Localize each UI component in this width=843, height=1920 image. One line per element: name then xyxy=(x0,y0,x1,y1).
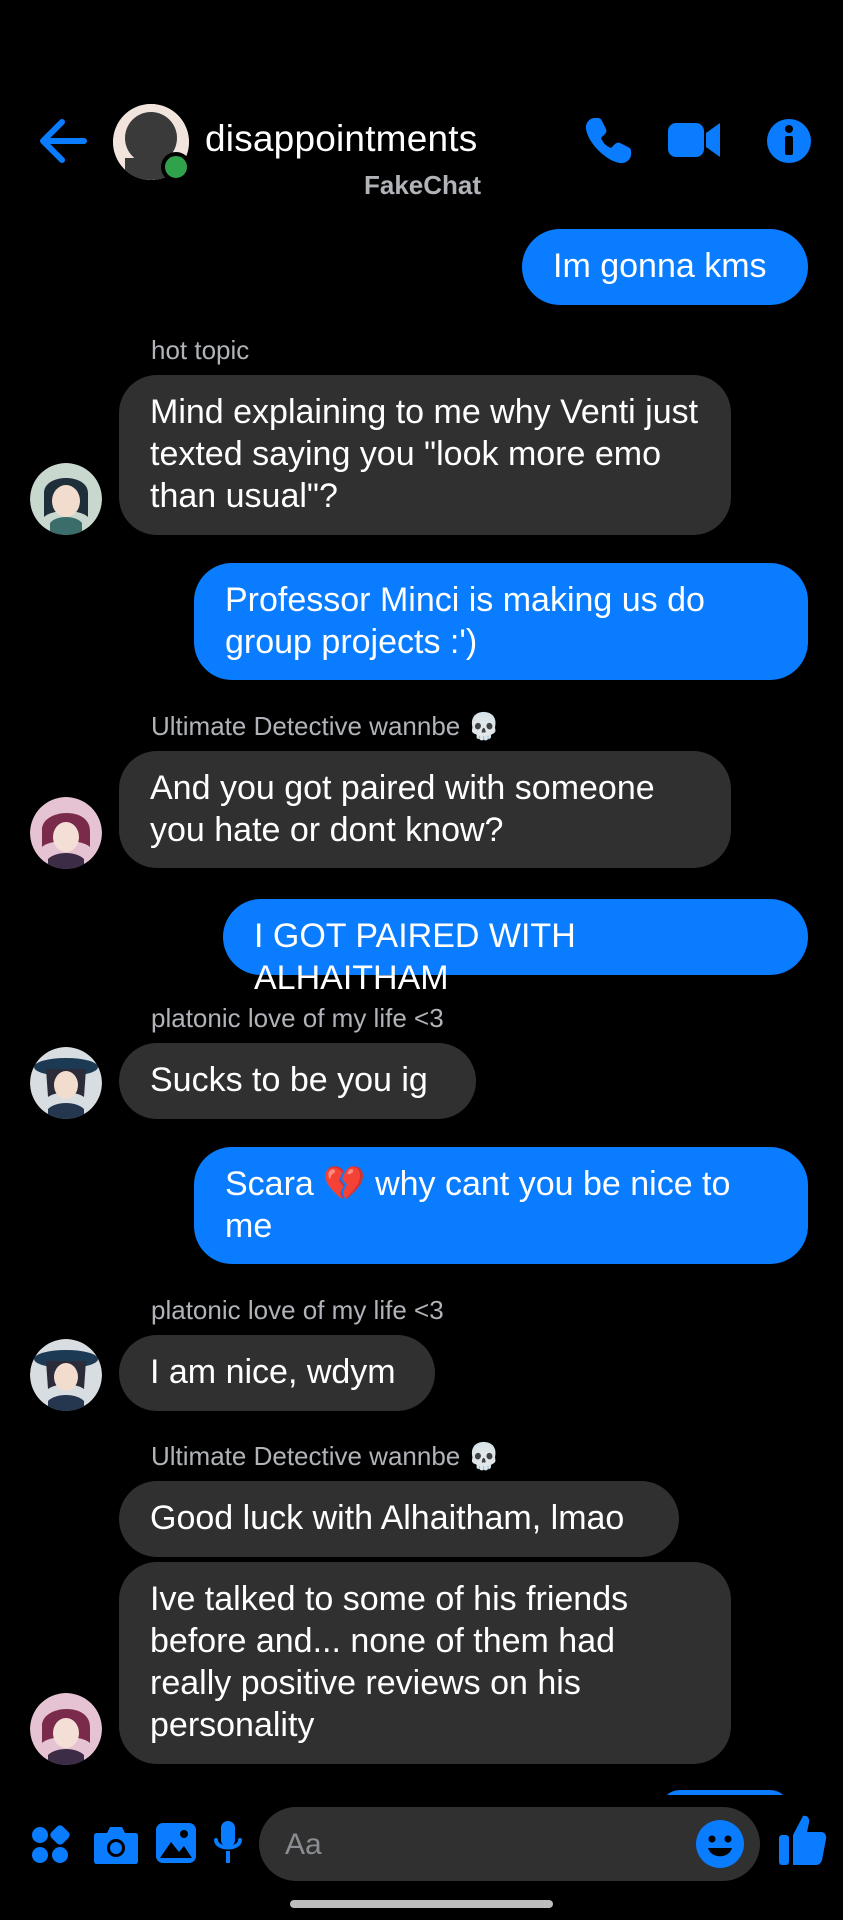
thumbs-up-icon[interactable] xyxy=(777,1813,827,1867)
sender-name: hot topic xyxy=(151,335,250,365)
sender-avatar[interactable] xyxy=(30,797,102,869)
incoming-message[interactable]: Sucks to be you ig xyxy=(119,1043,476,1119)
chat-subtitle: FakeChat xyxy=(364,170,482,200)
sender-avatar[interactable] xyxy=(30,463,102,535)
video-camera-icon[interactable] xyxy=(666,115,722,167)
sender-name: Ultimate Detective wannbe 💀 xyxy=(151,711,500,741)
home-indicator[interactable] xyxy=(290,1900,553,1908)
outgoing-message[interactable]: Im gonna kms xyxy=(522,229,808,305)
sender-avatar[interactable] xyxy=(30,1339,102,1411)
sender-avatar[interactable] xyxy=(30,1047,102,1119)
apps-grid-icon[interactable] xyxy=(30,1825,70,1865)
message-list[interactable]: Im gonna kms hot topic Mind explaining t… xyxy=(0,215,843,1795)
outgoing-message[interactable]: I GOT PAIRED WITH ALHAITHAM xyxy=(223,899,808,997)
sender-name: Ultimate Detective wannbe 💀 xyxy=(151,1441,500,1471)
outgoing-message[interactable]: Scara 💔 why cant you be nice to me xyxy=(194,1147,808,1264)
outgoing-message[interactable]: Professor Minci is making us do group pr… xyxy=(194,563,808,680)
chat-title[interactable]: disappointments xyxy=(205,118,477,160)
online-status-dot xyxy=(161,152,191,182)
incoming-message[interactable]: Ive talked to some of his friends before… xyxy=(119,1562,731,1764)
incoming-message[interactable]: Good luck with Alhaitham, lmao xyxy=(119,1481,679,1557)
chat-header: disappointments FakeChat xyxy=(0,0,843,215)
incoming-message[interactable]: And you got paired with someone you hate… xyxy=(119,751,731,868)
message-input[interactable] xyxy=(283,1807,667,1883)
camera-icon[interactable] xyxy=(93,1823,139,1865)
sender-avatar[interactable] xyxy=(30,1693,102,1765)
microphone-icon[interactable] xyxy=(213,1820,243,1866)
phone-icon[interactable] xyxy=(582,115,634,167)
message-input-box[interactable] xyxy=(259,1807,760,1883)
incoming-message[interactable]: Mind explaining to me why Venti just tex… xyxy=(119,375,731,535)
emoji-icon[interactable] xyxy=(695,1819,745,1869)
message-text: Scara xyxy=(225,1165,314,1203)
back-arrow-icon[interactable] xyxy=(38,118,88,164)
info-icon[interactable] xyxy=(765,115,813,167)
incoming-message[interactable]: I am nice, wdym xyxy=(119,1335,435,1411)
contact-avatar[interactable] xyxy=(113,104,191,182)
broken-heart-emoji: 💔 xyxy=(323,1165,366,1203)
sender-name: platonic love of my life <3 xyxy=(151,1003,444,1033)
sender-name: platonic love of my life <3 xyxy=(151,1295,444,1325)
gallery-icon[interactable] xyxy=(155,1822,197,1864)
